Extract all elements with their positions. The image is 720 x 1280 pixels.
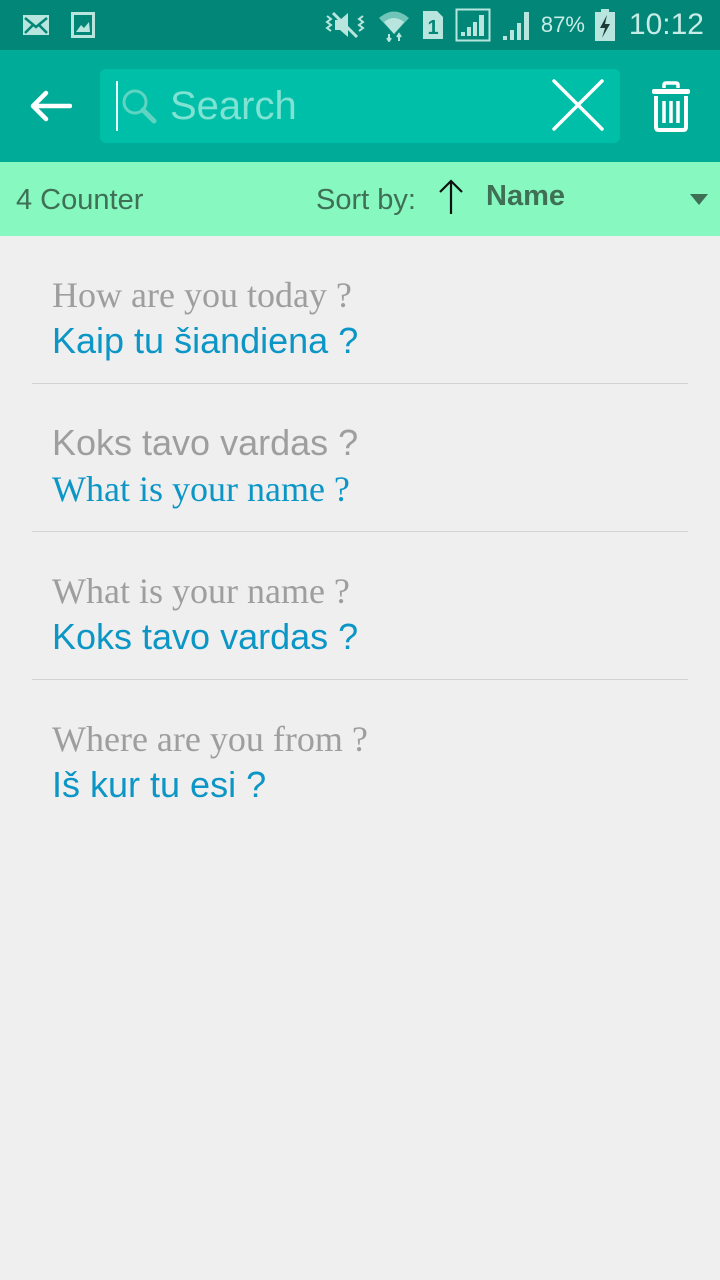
image-icon	[70, 11, 96, 39]
text-cursor	[116, 81, 118, 131]
status-bar: 1 87% 10:12	[0, 0, 720, 50]
arrow-back-icon	[30, 90, 72, 122]
battery-charging-icon	[594, 9, 615, 41]
search-box[interactable]	[100, 69, 620, 143]
vibrate-mute-icon	[323, 10, 367, 40]
app-bar	[0, 50, 720, 162]
sort-value: Name	[486, 180, 565, 212]
sort-dropdown[interactable]: Name	[486, 176, 720, 222]
clock: 10:12	[628, 8, 704, 41]
source-phrase: Koks tavo vardas ?	[52, 422, 359, 463]
close-icon	[552, 79, 604, 131]
wifi-icon	[377, 8, 411, 42]
translated-phrase: What is your name ?	[52, 469, 350, 509]
sort-by-label: Sort by:	[316, 184, 416, 216]
back-button[interactable]	[22, 80, 78, 132]
search-icon	[120, 87, 160, 132]
signal-sim2-icon	[501, 8, 531, 42]
list-item[interactable]: Where are you from ? Iš kur tu esi ?	[32, 680, 688, 828]
battery-percentage: 87%	[540, 12, 585, 37]
list-item[interactable]: What is your name ? Koks tavo vardas ?	[32, 532, 688, 680]
list-item[interactable]: How are you today ? Kaip tu šiandiena ?	[32, 236, 688, 384]
translated-phrase: Iš kur tu esi ?	[52, 764, 267, 805]
signal-sim1-icon	[455, 8, 491, 42]
source-phrase: What is your name ?	[52, 571, 350, 611]
svg-text:1: 1	[427, 17, 438, 39]
clear-search-button[interactable]	[548, 75, 608, 135]
translated-phrase: Koks tavo vardas ?	[52, 616, 359, 657]
chevron-down-icon	[690, 194, 708, 205]
sim-1-icon: 1	[421, 9, 445, 41]
search-input[interactable]	[170, 77, 530, 135]
sort-bar: 4 Counter Sort by: Name	[0, 162, 720, 236]
source-phrase: How are you today ?	[52, 275, 352, 315]
trash-icon	[652, 81, 690, 132]
mail-icon	[22, 14, 50, 36]
translated-phrase: Kaip tu šiandiena ?	[52, 320, 359, 361]
item-counter: 4 Counter	[16, 184, 144, 216]
phrase-list: How are you today ? Kaip tu šiandiena ? …	[32, 236, 688, 828]
delete-button[interactable]	[644, 78, 698, 136]
list-item[interactable]: Koks tavo vardas ? What is your name ?	[32, 384, 688, 532]
source-phrase: Where are you from ?	[52, 719, 368, 759]
arrow-up-icon	[439, 179, 463, 214]
sort-direction-toggle[interactable]	[436, 178, 466, 221]
